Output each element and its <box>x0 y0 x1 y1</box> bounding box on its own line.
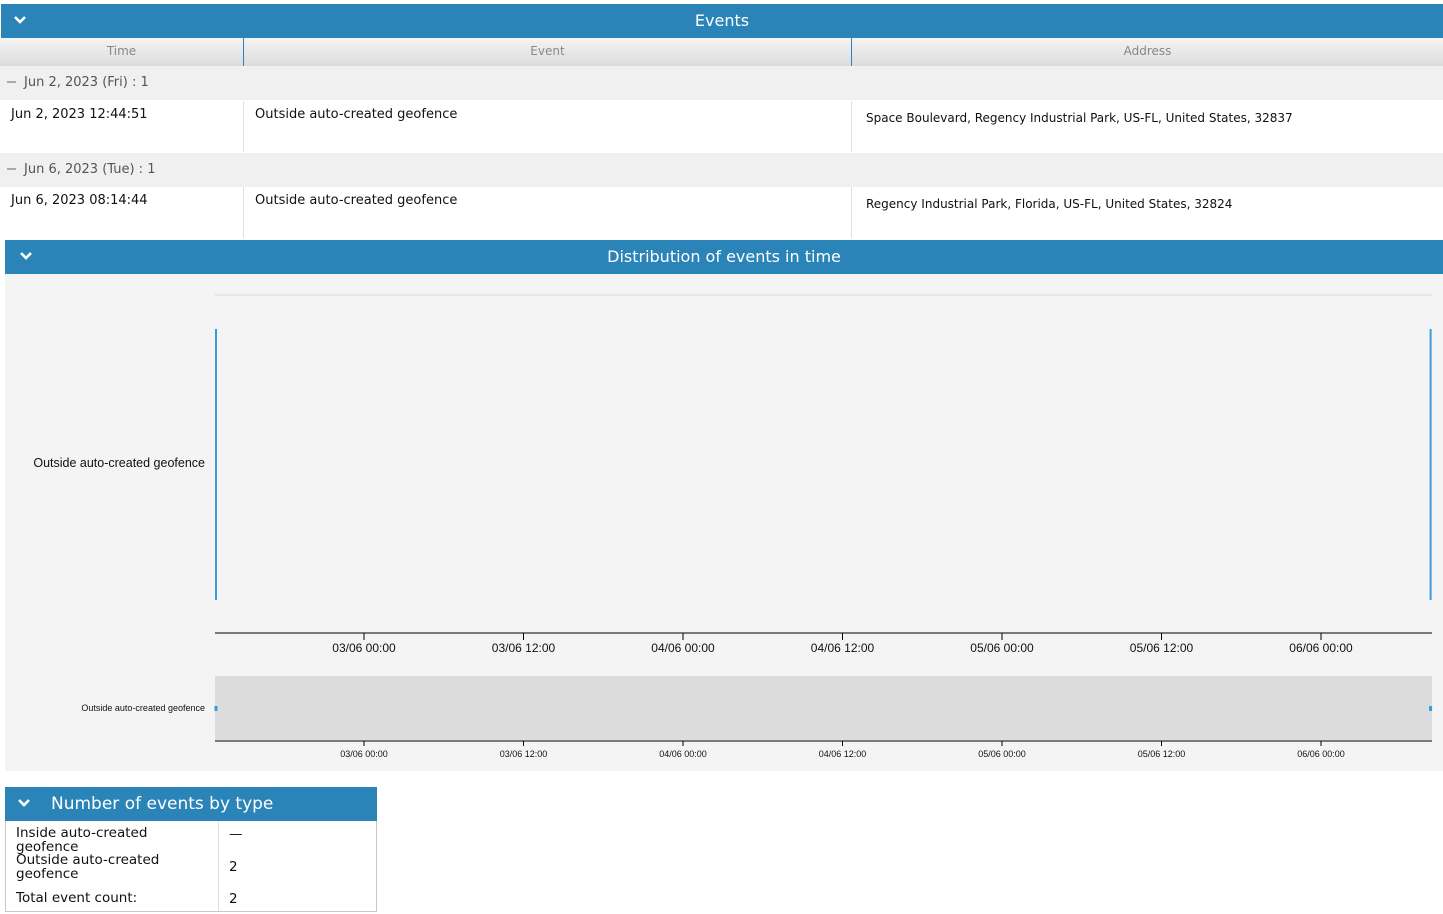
group-row[interactable]: Jun 6, 2023 (Tue) : 1 <box>0 153 1443 187</box>
table-row[interactable]: Jun 6, 2023 08:14:44 Outside auto-create… <box>0 187 1443 238</box>
address-cell: Regency Industrial Park, Florida, US-FL,… <box>852 187 1443 238</box>
overview-band <box>215 676 1432 740</box>
address-cell: Space Boulevard, Regency Industrial Park… <box>852 101 1443 152</box>
group-label: Jun 6, 2023 (Tue) : 1 <box>24 162 156 177</box>
events-panel-title: Events <box>694 11 750 30</box>
count-value: — <box>229 826 243 842</box>
divider <box>218 821 219 911</box>
count-label: Total event count: <box>16 890 138 906</box>
count-label: Inside auto-created geofence <box>16 825 148 855</box>
category-label: Outside auto-created geofence <box>33 456 205 470</box>
overview-x-tick-label: 06/06 00:00 <box>1297 749 1345 759</box>
table-row[interactable]: Jun 2, 2023 12:44:51 Outside auto-create… <box>0 101 1443 152</box>
group-row[interactable]: Jun 2, 2023 (Fri) : 1 <box>0 66 1443 100</box>
overview-category-label: Outside auto-created geofence <box>81 703 205 713</box>
count-value: 2 <box>229 859 238 875</box>
minus-icon[interactable] <box>7 81 16 83</box>
chevron-down-icon[interactable] <box>17 797 30 809</box>
event-cell: Outside auto-created geofence <box>244 187 852 238</box>
event-cell: Outside auto-created geofence <box>244 101 852 152</box>
distribution-panel: Distribution of events in time Outside a… <box>5 240 1443 771</box>
count-label: Outside auto-created geofence <box>16 852 160 882</box>
overview-x-tick-label: 03/06 12:00 <box>500 749 548 759</box>
events-panel: Events Time Event Address Jun 2, 2023 (F… <box>0 4 1443 238</box>
distribution-chart[interactable]: Outside auto-created geofence 03/06 00:00… <box>5 274 1443 771</box>
x-tick-label: 05/06 00:00 <box>970 641 1034 655</box>
overview-x-tick-label: 03/06 00:00 <box>340 749 388 759</box>
event-text: Outside auto-created geofence <box>255 193 458 208</box>
time-cell: Jun 6, 2023 08:14:44 <box>0 187 244 238</box>
count-panel: Number of events by type Inside auto-cre… <box>5 787 377 912</box>
overview-x-tick-label: 04/06 00:00 <box>659 749 707 759</box>
distribution-panel-header[interactable]: Distribution of events in time <box>5 240 1443 274</box>
distribution-panel-title: Distribution of events in time <box>607 247 841 266</box>
x-tick-label: 05/06 12:00 <box>1130 641 1194 655</box>
column-header-event[interactable]: Event <box>244 38 851 67</box>
count-panel-title: Number of events by type <box>51 794 274 814</box>
column-header-address[interactable]: Address <box>852 38 1443 67</box>
x-tick-label: 04/06 12:00 <box>811 641 875 655</box>
address-text: Space Boulevard, Regency Industrial Park… <box>866 111 1293 125</box>
group-label: Jun 2, 2023 (Fri) : 1 <box>24 75 149 90</box>
events-panel-header[interactable]: Events <box>1 4 1443 38</box>
x-tick-label: 04/06 00:00 <box>651 641 715 655</box>
column-header-time[interactable]: Time <box>0 38 243 67</box>
address-text: Regency Industrial Park, Florida, US-FL,… <box>866 197 1233 211</box>
count-panel-header[interactable]: Number of events by type <box>5 787 377 821</box>
time-text: Jun 2, 2023 12:44:51 <box>11 107 148 122</box>
x-tick-label: 03/06 00:00 <box>332 641 396 655</box>
time-cell: Jun 2, 2023 12:44:51 <box>0 101 244 152</box>
count-table: Inside auto-created geofence — Outside a… <box>5 821 377 912</box>
x-tick-label: 03/06 12:00 <box>492 641 556 655</box>
minus-icon[interactable] <box>7 168 16 170</box>
overview-x-tick-label: 04/06 12:00 <box>819 749 867 759</box>
count-value: 2 <box>229 891 238 907</box>
x-tick-label: 06/06 00:00 <box>1289 641 1353 655</box>
time-text: Jun 6, 2023 08:14:44 <box>11 193 148 208</box>
event-text: Outside auto-created geofence <box>255 107 458 122</box>
overview-x-tick-label: 05/06 12:00 <box>1138 749 1186 759</box>
overview-x-tick-label: 05/06 00:00 <box>978 749 1026 759</box>
